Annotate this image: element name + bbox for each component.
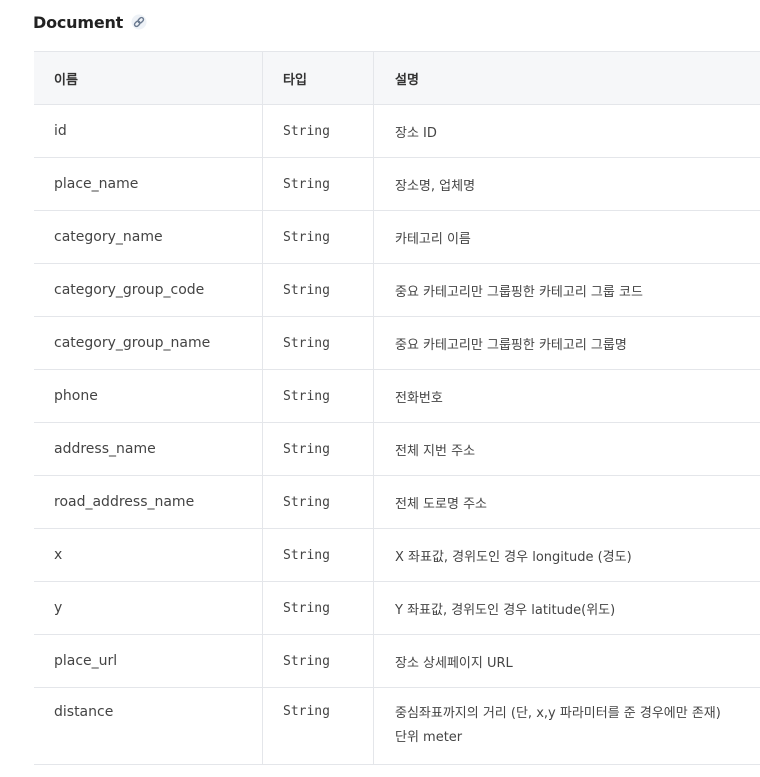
section-heading: Document xyxy=(33,10,147,34)
field-name: id xyxy=(34,105,263,157)
section-title: Document xyxy=(33,12,124,32)
table-row: distance String 중심좌표까지의 거리 (단, x,y 파라미터를… xyxy=(34,688,760,765)
field-type: String xyxy=(263,105,374,157)
field-description: 장소명, 업체명 xyxy=(395,178,476,194)
field-name: place_name xyxy=(34,158,263,210)
field-type: String xyxy=(263,264,374,316)
field-description: 전화번호 xyxy=(395,390,443,406)
field-type: String xyxy=(263,635,374,687)
table-row: place_url String 장소 상세페이지 URL xyxy=(34,635,760,688)
table-row: category_group_name String 중요 카테고리만 그룹핑한… xyxy=(34,317,760,370)
field-type: String xyxy=(263,211,374,263)
field-name: category_group_code xyxy=(34,264,263,316)
field-type: String xyxy=(263,688,374,764)
field-description: 중심좌표까지의 거리 (단, x,y 파라미터를 준 경우에만 존재) 단위 m… xyxy=(374,688,760,764)
field-type: String xyxy=(263,158,374,210)
table-row: id String 장소 ID xyxy=(34,105,760,158)
table-row: address_name String 전체 지번 주소 xyxy=(34,423,760,476)
field-description-line2: 단위 meter xyxy=(395,730,463,745)
header-type: 타입 xyxy=(263,52,374,104)
table-row: category_name String 카테고리 이름 xyxy=(34,211,760,264)
field-type: String xyxy=(263,370,374,422)
field-type: String xyxy=(263,476,374,528)
field-type: String xyxy=(263,317,374,369)
field-description: 카테고리 이름 xyxy=(395,231,471,247)
table-row: y String Y 좌표값, 경위도인 경우 latitude(위도) xyxy=(34,582,760,635)
field-description: Y 좌표값, 경위도인 경우 latitude(위도) xyxy=(395,602,616,618)
field-name: x xyxy=(34,529,263,581)
field-description: 중요 카테고리만 그룹핑한 카테고리 그룹 코드 xyxy=(395,284,643,300)
field-name: category_name xyxy=(34,211,263,263)
field-name: address_name xyxy=(34,423,263,475)
table-row: x String X 좌표값, 경위도인 경우 longitude (경도) xyxy=(34,529,760,582)
header-description: 설명 xyxy=(395,72,419,88)
table-row: road_address_name String 전체 도로명 주소 xyxy=(34,476,760,529)
field-description: X 좌표값, 경위도인 경우 longitude (경도) xyxy=(395,549,632,565)
table-row: phone String 전화번호 xyxy=(34,370,760,423)
field-type: String xyxy=(263,423,374,475)
table-header-row: 이름 타입 설명 xyxy=(34,52,760,105)
field-name: category_group_name xyxy=(34,317,263,369)
table-row: place_name String 장소명, 업체명 xyxy=(34,158,760,211)
field-name: y xyxy=(34,582,263,634)
header-name: 이름 xyxy=(34,52,263,104)
field-description: 장소 상세페이지 URL xyxy=(395,655,513,671)
document-table: 이름 타입 설명 id String 장소 ID place_name Stri… xyxy=(34,51,760,765)
field-name: phone xyxy=(34,370,263,422)
table-row: category_group_code String 중요 카테고리만 그룹핑한… xyxy=(34,264,760,317)
field-name: road_address_name xyxy=(34,476,263,528)
field-description: 전체 도로명 주소 xyxy=(395,496,487,512)
field-description: 중요 카테고리만 그룹핑한 카테고리 그룹명 xyxy=(395,337,627,353)
field-name: place_url xyxy=(34,635,263,687)
field-name: distance xyxy=(34,688,263,764)
field-description: 장소 ID xyxy=(395,125,437,141)
field-type: String xyxy=(263,582,374,634)
link-icon[interactable] xyxy=(131,14,147,30)
field-type: String xyxy=(263,529,374,581)
field-description: 전체 지번 주소 xyxy=(395,443,476,459)
field-description-line1: 중심좌표까지의 거리 (단, x,y 파라미터를 준 경우에만 존재) xyxy=(395,706,721,721)
